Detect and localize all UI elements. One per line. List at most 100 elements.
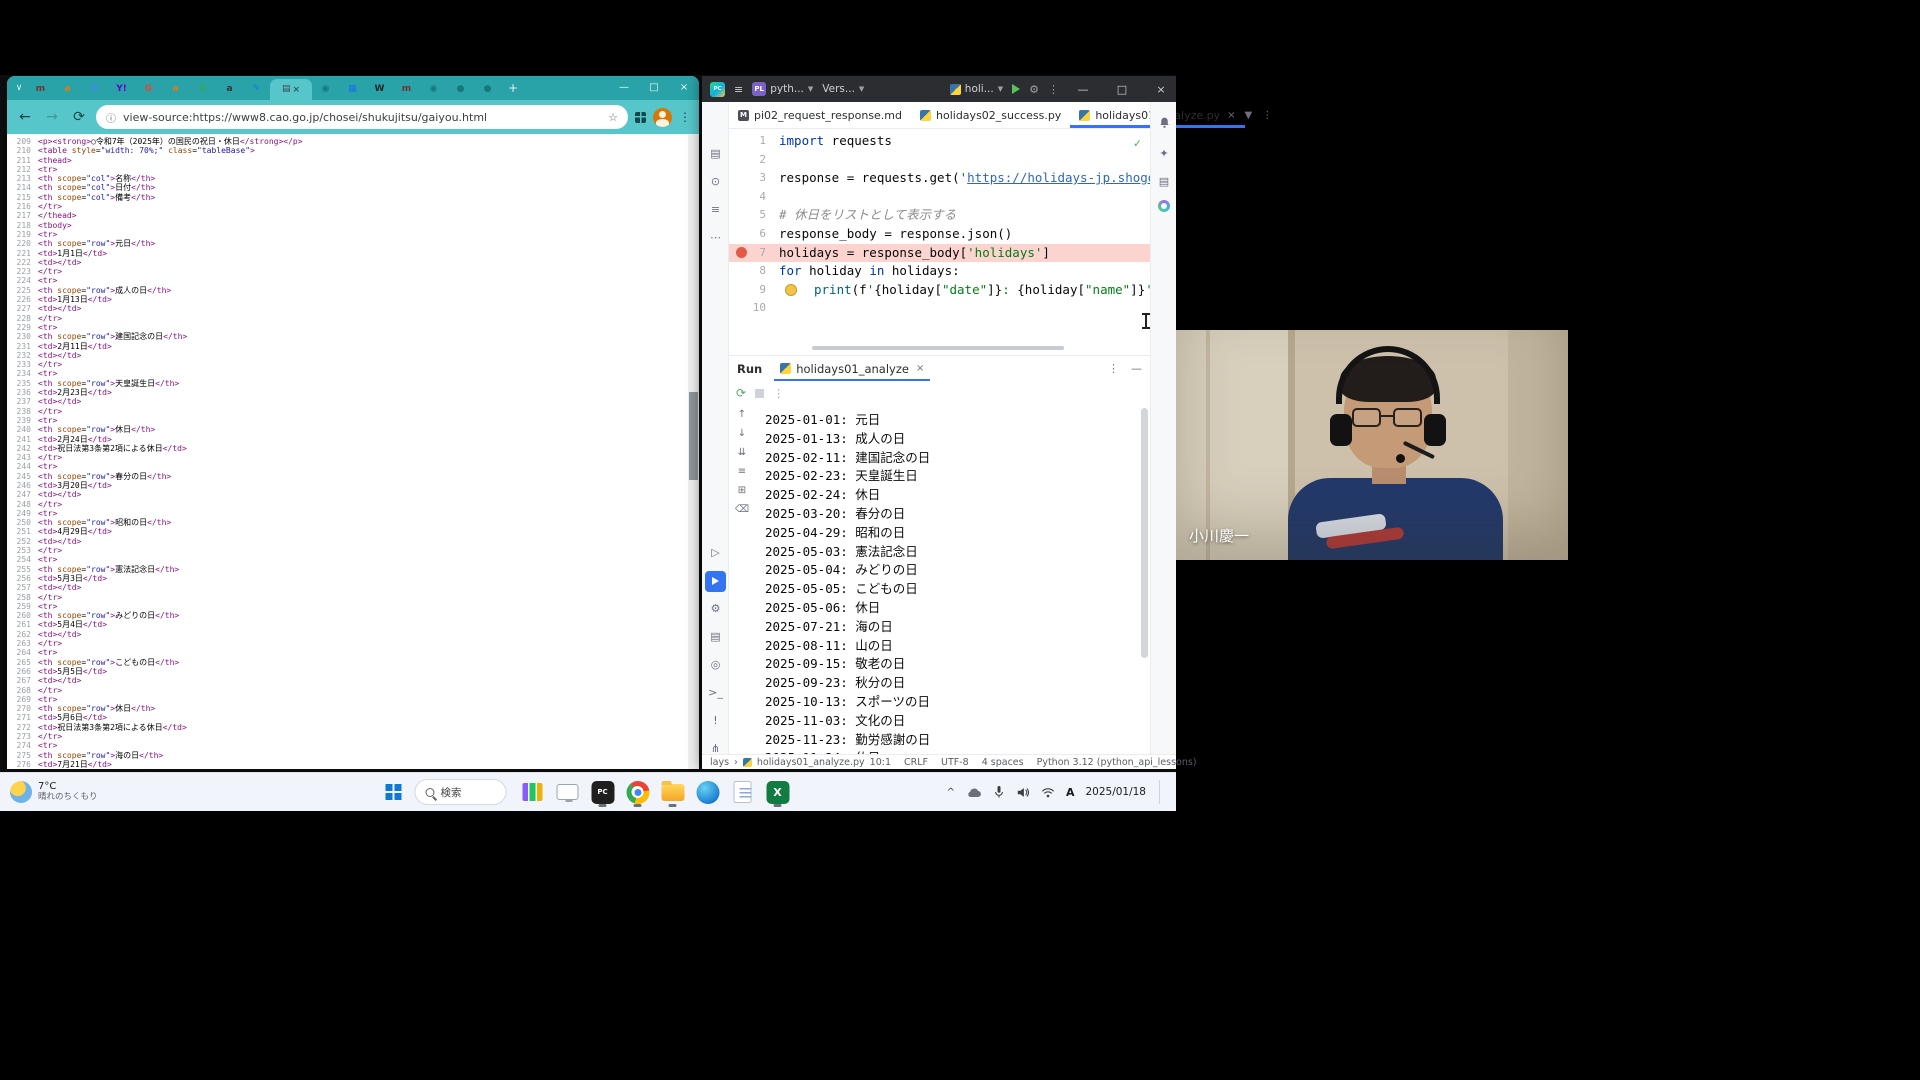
editor-hscrollbar[interactable] (812, 346, 1064, 350)
chrome-window[interactable]: ∨ m a G Y! Ga Ga ✎ ▤ × ◉ ▦ Wm ◉ ● ● + — □ × ← → ⟳ ⓘ vi… (7, 76, 699, 769)
colored-bars-app-icon[interactable] (520, 776, 546, 808)
ai-assistant-icon[interactable]: ✦ (1151, 144, 1177, 164)
services-tool-icon[interactable]: ◎ (702, 655, 729, 675)
line-number[interactable]: 269 (7, 695, 31, 704)
line-number[interactable]: 212 (7, 165, 31, 174)
line-number[interactable]: 5 (729, 206, 779, 225)
version-control-tool-icon[interactable]: ⋔ (702, 739, 729, 759)
close-button[interactable]: × (669, 76, 699, 98)
line-number[interactable]: 260 (7, 611, 31, 620)
explorer-app-icon[interactable] (660, 776, 686, 808)
line-number[interactable]: 248 (7, 500, 31, 509)
tab-search-icon[interactable]: ∨ (11, 83, 27, 93)
code-line[interactable]: 5 # 休日をリストとして表示する (729, 206, 1150, 225)
run-button[interactable] (1012, 84, 1021, 94)
pycharm-window[interactable]: PC ≡ PL pyth... ▼ Vers... ▼ holi... ▼ ⚙ … (702, 76, 1272, 769)
tab-close-icon[interactable]: × (292, 85, 300, 95)
browser-tab[interactable]: ● (474, 79, 501, 100)
bookmark-star-icon[interactable]: ☆ (608, 111, 618, 124)
line-number[interactable]: 250 (7, 518, 31, 527)
browser-scrollbar[interactable] (688, 134, 699, 769)
main-menu-icon[interactable]: ≡ (734, 83, 743, 96)
browser-tab-active[interactable]: ▤ × (270, 79, 312, 100)
line-number[interactable]: 252 (7, 537, 31, 546)
line-number[interactable]: 234 (7, 369, 31, 378)
browser-tab[interactable]: a (162, 79, 189, 100)
line-number[interactable]: 268 (7, 686, 31, 695)
browser-tab[interactable]: ● (447, 79, 474, 100)
ime-indicator[interactable]: A (1066, 786, 1075, 799)
line-number[interactable]: 221 (7, 249, 31, 258)
chrome-menu-icon[interactable]: ⋮ (679, 110, 691, 124)
line-number[interactable]: 247 (7, 490, 31, 499)
editor-tab[interactable]: holidays02_success.py (911, 102, 1070, 128)
code-editor[interactable]: 1 import requests 2 3 response = requests.ge… (729, 129, 1150, 355)
gradient-plugin-icon[interactable] (1158, 200, 1170, 212)
scroll-to-top-icon[interactable]: ↑ (729, 409, 755, 420)
rerun-icon[interactable]: ⟳ (736, 386, 746, 400)
browser-app-icon[interactable] (695, 776, 721, 808)
line-number[interactable]: 223 (7, 267, 31, 276)
line-number[interactable]: 219 (7, 230, 31, 239)
run-config-widget[interactable]: holi... ▼ (949, 83, 1003, 95)
weather-widget[interactable]: 7°C 晴れのちくもり (0, 781, 210, 803)
line-number[interactable]: 254 (7, 555, 31, 564)
line-number[interactable]: 272 (7, 723, 31, 732)
url-bar[interactable]: ⓘ view-source:https://www8.cao.go.jp/cho… (96, 105, 628, 129)
print-icon[interactable]: ⊞ (729, 485, 755, 496)
line-number[interactable]: 230 (7, 332, 31, 341)
browser-tab[interactable]: ◉ (420, 79, 447, 100)
line-number[interactable]: 3 (729, 169, 779, 188)
line-number[interactable]: 217 (7, 211, 31, 220)
pycharm-app-icon[interactable]: PC (590, 776, 616, 808)
line-number[interactable]: 226 (7, 295, 31, 304)
microphone-icon[interactable] (993, 785, 1005, 799)
line-number[interactable]: 253 (7, 546, 31, 555)
browser-tab[interactable]: a (54, 79, 81, 100)
project-tool-icon[interactable]: ▤ (702, 144, 729, 164)
line-number[interactable]: 257 (7, 583, 31, 592)
tab-options-icon[interactable]: ⋮ (1262, 110, 1272, 121)
more-tools-icon[interactable]: ⋯ (702, 228, 729, 248)
console-scrollbar-thumb[interactable] (1141, 408, 1148, 658)
new-tab-button[interactable]: + (501, 81, 525, 95)
stop-icon[interactable] (755, 388, 765, 398)
line-number[interactable]: 233 (7, 360, 31, 369)
browser-tab[interactable]: ✎ (243, 79, 270, 100)
line-number[interactable]: 237 (7, 397, 31, 406)
line-number[interactable]: 222 (7, 258, 31, 267)
line-number[interactable]: 4 (729, 188, 779, 207)
inspection-ok-icon[interactable]: ✓ (1134, 134, 1141, 153)
profile-avatar[interactable] (653, 107, 672, 127)
line-number[interactable]: 235 (7, 379, 31, 388)
line-number[interactable]: 242 (7, 444, 31, 453)
document-app-icon[interactable] (730, 776, 756, 808)
taskbar-clock[interactable]: 2025/01/18 (1085, 786, 1146, 799)
maximize-button[interactable]: □ (1107, 76, 1137, 102)
line-number[interactable]: 239 (7, 416, 31, 425)
code-line[interactable]: 9 print(f'{holiday["date"]}: {holiday["na… (729, 281, 1150, 300)
terminal-tool-icon[interactable]: >_ (702, 683, 729, 703)
scroll-to-bottom-icon[interactable]: ↓ (729, 428, 755, 439)
problems-tool-icon[interactable]: ! (702, 711, 729, 731)
line-number[interactable]: 224 (7, 276, 31, 285)
line-number[interactable]: 255 (7, 565, 31, 574)
code-line[interactable]: 2 (729, 151, 1150, 170)
line-number[interactable]: 210 (7, 146, 31, 155)
line-number[interactable]: 228 (7, 314, 31, 323)
excel-app-icon[interactable]: X (765, 776, 791, 808)
line-number[interactable]: 209 (7, 137, 31, 146)
line-number[interactable]: 273 (7, 732, 31, 741)
line-number[interactable]: 231 (7, 342, 31, 351)
minimize-button[interactable]: — (609, 76, 639, 98)
chrome-app-icon[interactable] (625, 776, 651, 808)
line-number[interactable]: 245 (7, 472, 31, 481)
status-item[interactable]: UTF-8 (941, 757, 969, 768)
wifi-icon[interactable] (1041, 787, 1055, 798)
editor-tab[interactable]: Mpi02_request_response.md (729, 102, 911, 128)
reload-button[interactable]: ⟳ (69, 109, 89, 125)
line-number[interactable]: 211 (7, 156, 31, 165)
commit-tool-icon[interactable]: ⊙ (702, 172, 729, 192)
line-number[interactable]: 240 (7, 425, 31, 434)
line-number[interactable]: 262 (7, 630, 31, 639)
